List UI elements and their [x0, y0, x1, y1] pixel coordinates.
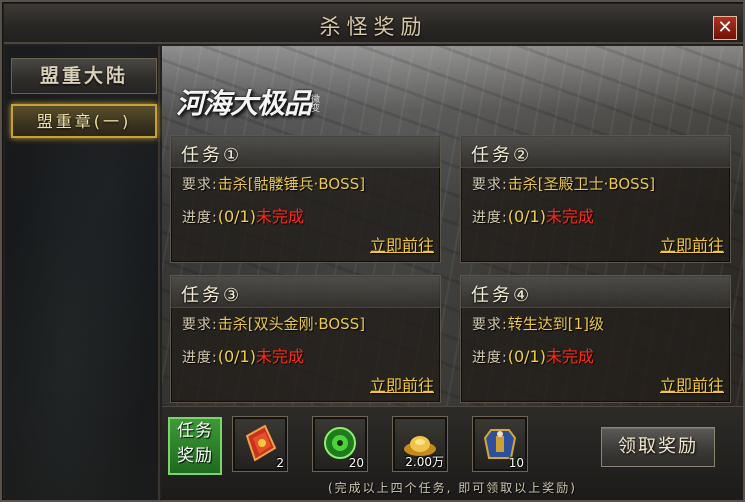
go-now-link[interactable]: 立即前往 [660, 232, 724, 256]
status-text: 未完成 [255, 207, 304, 226]
status-text: 未完成 [255, 347, 304, 366]
requirement-text: 击杀[骷髅锤兵·BOSS] [217, 175, 366, 193]
progress-label: 进度: [182, 210, 218, 226]
task-header: 任务③ [171, 276, 440, 308]
progress-label: 进度: [472, 350, 508, 366]
title-bar: 杀怪奖励 ✕ [4, 4, 743, 44]
status-text: 未完成 [545, 347, 594, 366]
reward-note: (完成以上四个任务, 即可领取以上奖励) [328, 481, 577, 495]
progress-label: 进度: [182, 350, 218, 366]
task-name: 任务③ [181, 285, 243, 306]
reward-count: 20 [348, 456, 364, 470]
task-header: 任务① [171, 136, 440, 168]
task-card-1: 任务① 要求:击杀[骷髅锤兵·BOSS] 进度:(0/1)未完成 立即前往 [170, 135, 441, 263]
requirement-label: 要求: [472, 177, 508, 193]
logo-seal: 微变 [309, 94, 319, 112]
reward-bar: 任务奖励 2 20 2.00万 10 领取奖励 (完成以上四个任务, 即可领取以… [162, 406, 743, 500]
reward-count: 2 [276, 456, 284, 470]
sidebar: 盟重大陆 盟重章(一) [5, 46, 160, 500]
go-now-link[interactable]: 立即前往 [660, 372, 724, 396]
requirement-text: 击杀[双头金刚·BOSS] [217, 315, 366, 333]
window-title: 杀怪奖励 [319, 15, 428, 39]
claim-reward-button[interactable]: 领取奖励 [601, 427, 715, 467]
progress-value: (0/1) [507, 207, 546, 226]
task-card-4: 任务④ 要求:转生达到[1]级 进度:(0/1)未完成 立即前往 [460, 275, 731, 403]
task-progress-row: 进度:(0/1)未完成 [472, 343, 594, 367]
game-logo: 河海大极品 [176, 87, 312, 120]
task-requirement-row: 要求:击杀[圣殿卫士·BOSS] [472, 173, 655, 194]
progress-label: 进度: [472, 210, 508, 226]
requirement-label: 要求: [182, 317, 218, 333]
requirement-label: 要求: [472, 317, 508, 333]
reward-slot-2[interactable]: 20 [312, 416, 368, 472]
close-button[interactable]: ✕ [713, 16, 737, 40]
task-card-3: 任务③ 要求:击杀[双头金刚·BOSS] 进度:(0/1)未完成 立即前往 [170, 275, 441, 403]
sidebar-item-mengzhong-continent[interactable]: 盟重大陆 [11, 58, 157, 94]
reward-slot-3[interactable]: 2.00万 [392, 416, 448, 472]
progress-value: (0/1) [217, 347, 256, 366]
task-name: 任务④ [471, 285, 533, 306]
task-requirement-row: 要求:转生达到[1]级 [472, 313, 604, 334]
task-progress-row: 进度:(0/1)未完成 [472, 203, 594, 227]
kill-reward-window: 杀怪奖励 ✕ 盟重大陆 盟重章(一) 河海大极品 微变 任务① 要求:击杀[骷髅… [0, 0, 745, 502]
task-name: 任务① [181, 145, 243, 166]
requirement-text: 转生达到[1]级 [507, 315, 604, 333]
progress-value: (0/1) [217, 207, 256, 226]
task-header: 任务② [461, 136, 730, 168]
task-progress-row: 进度:(0/1)未完成 [182, 343, 304, 367]
task-requirement-row: 要求:击杀[骷髅锤兵·BOSS] [182, 173, 365, 194]
task-panel: 河海大极品 微变 任务① 要求:击杀[骷髅锤兵·BOSS] 进度:(0/1)未完… [162, 46, 743, 406]
task-name: 任务② [471, 145, 533, 166]
requirement-text: 击杀[圣殿卫士·BOSS] [507, 175, 656, 193]
red-scroll-icon [245, 424, 277, 462]
task-requirement-row: 要求:击杀[双头金刚·BOSS] [182, 313, 365, 334]
progress-value: (0/1) [507, 347, 546, 366]
requirement-label: 要求: [182, 177, 218, 193]
task-card-2: 任务② 要求:击杀[圣殿卫士·BOSS] 进度:(0/1)未完成 立即前往 [460, 135, 731, 263]
task-reward-label: 任务奖励 [168, 417, 222, 475]
status-text: 未完成 [545, 207, 594, 226]
sidebar-item-mengzhong-chapter-1[interactable]: 盟重章(一) [11, 104, 157, 138]
reward-count: 10 [508, 456, 524, 470]
task-progress-row: 进度:(0/1)未完成 [182, 203, 304, 227]
task-header: 任务④ [461, 276, 730, 308]
reward-slot-4[interactable]: 10 [472, 416, 528, 472]
reward-slot-1[interactable]: 2 [232, 416, 288, 472]
go-now-link[interactable]: 立即前往 [370, 372, 434, 396]
go-now-link[interactable]: 立即前往 [370, 232, 434, 256]
reward-count: 2.00万 [405, 455, 444, 469]
close-icon: ✕ [717, 17, 733, 38]
